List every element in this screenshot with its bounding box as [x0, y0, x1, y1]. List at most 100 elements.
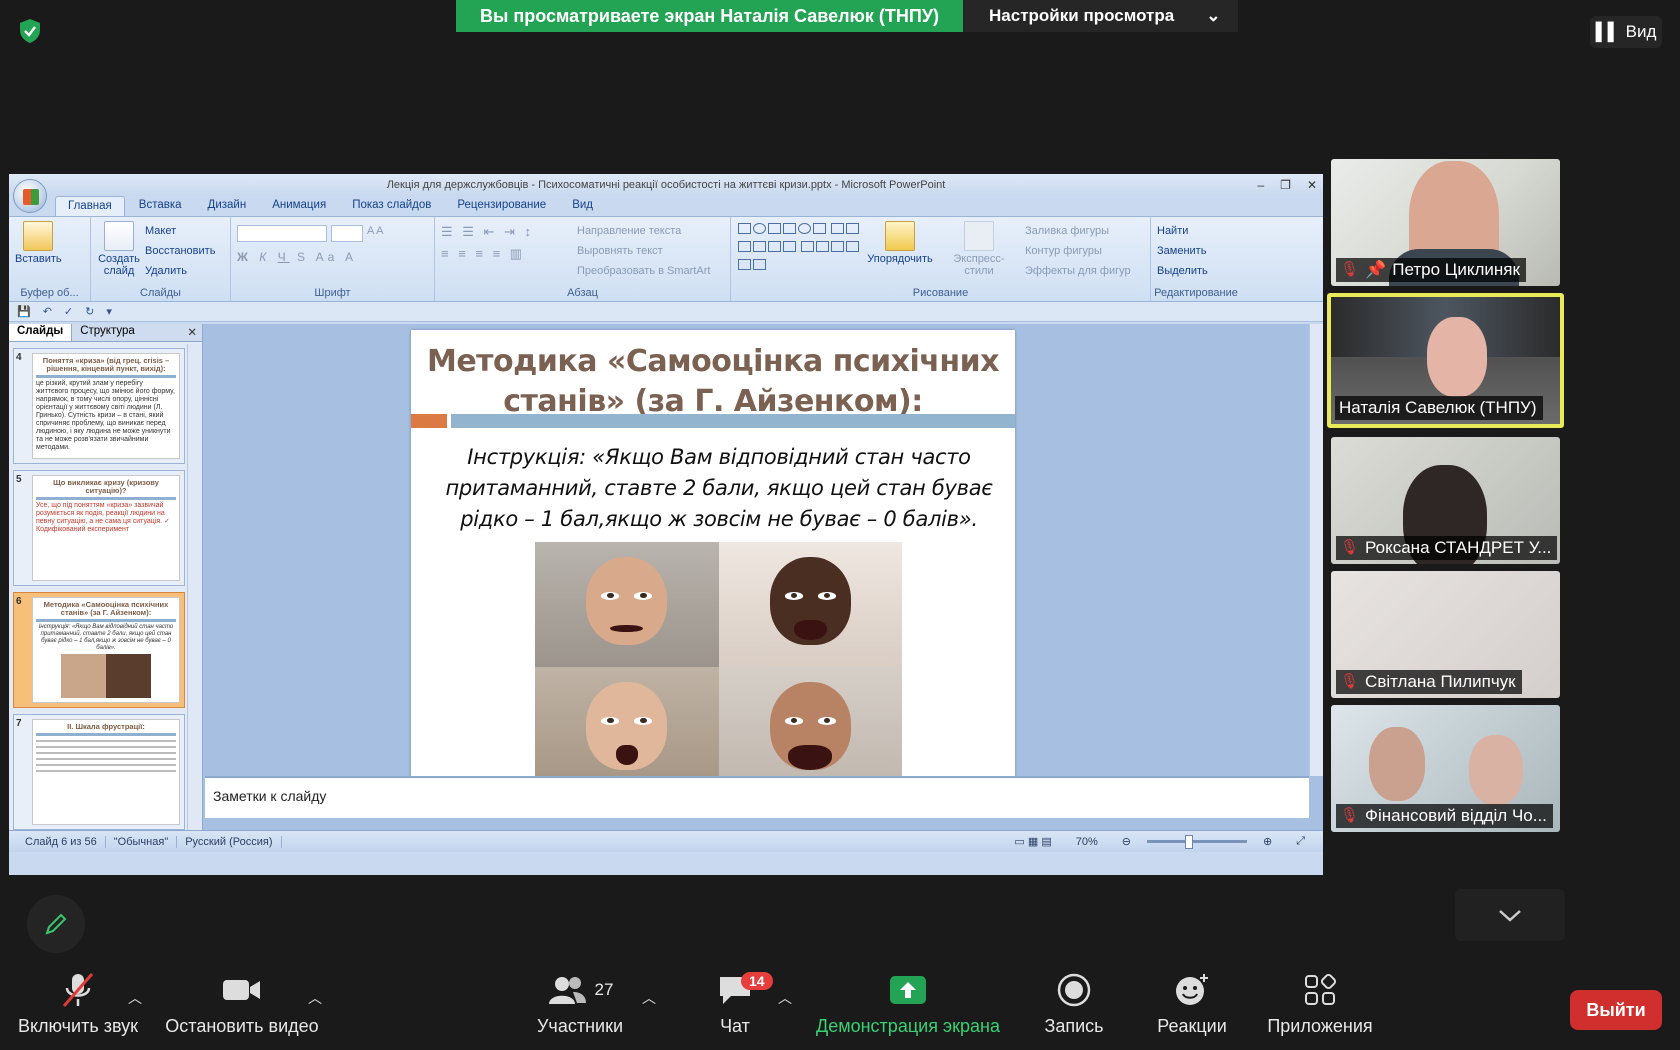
share-screen-label: Демонстрация экрана [816, 1016, 1000, 1036]
annotate-pencil-button[interactable] [27, 895, 85, 953]
reactions-label: Реакции [1157, 1016, 1227, 1036]
view-mode-icons[interactable]: ▭ ▦ ▤ [1006, 835, 1059, 848]
view-settings-button[interactable]: Настройки просмотра ⌄ [963, 0, 1239, 32]
participants-button[interactable]: 27 Участники [522, 970, 638, 1037]
participant-name-tag: 🎙 Фінансовий відділ Чо... [1336, 804, 1553, 828]
current-slide[interactable]: Методика «Самооцінка психічних станів» (… [411, 330, 1015, 780]
zoom-level: 70% [1075, 835, 1098, 848]
slide-counter: Слайд 6 из 56 [17, 835, 106, 848]
arrange-button[interactable]: Упорядочить [867, 221, 933, 297]
video-options-caret[interactable]: ︿ [308, 988, 322, 1008]
apps-label: Приложения [1267, 1016, 1373, 1036]
close-panel-icon[interactable]: ✕ [182, 324, 202, 341]
tab-slideshow[interactable]: Показ слайдов [340, 196, 443, 216]
unmute-button[interactable]: Включить звук [14, 970, 142, 1037]
save-icon[interactable]: 💾 [17, 305, 31, 318]
redo-icon[interactable]: ↻ [85, 305, 94, 318]
new-slide-button[interactable]: Создать слайд [97, 221, 141, 297]
font-name-select[interactable] [237, 225, 327, 242]
audio-options-caret[interactable]: ︿ [128, 988, 142, 1008]
more-participants-button[interactable] [1455, 889, 1565, 941]
shape-fill-button[interactable]: Заливка фигуры [1025, 221, 1131, 241]
office-logo-icon [23, 189, 39, 205]
shape-outline-button[interactable]: Контур фигуры [1025, 241, 1131, 261]
office-button[interactable] [13, 179, 47, 213]
text-direction-button[interactable]: Направление текста [577, 221, 710, 241]
customize-qat-icon[interactable]: ▾ [106, 305, 112, 318]
spelling-icon[interactable]: ✓ [64, 305, 73, 318]
smartart-button[interactable]: Преобразовать в SmartArt [577, 261, 710, 281]
face-photo [535, 667, 719, 780]
thumbnail-scrollbar[interactable] [187, 344, 201, 852]
shape-effects-button[interactable]: Эффекты для фигур [1025, 261, 1131, 281]
share-screen-button[interactable]: Демонстрация экрана [808, 970, 1008, 1037]
zoom-slider[interactable] [1146, 835, 1247, 849]
reset-button[interactable]: Восстановить [145, 241, 215, 261]
select-button[interactable]: Выделить [1157, 261, 1235, 281]
tab-design[interactable]: Дизайн [196, 196, 259, 216]
tab-outline[interactable]: Структура [72, 324, 143, 341]
find-button[interactable]: Найти [1157, 221, 1235, 241]
mic-muted-icon: 🎙 [1340, 539, 1360, 556]
tab-review[interactable]: Рецензирование [445, 196, 558, 216]
zoom-control[interactable]: ▭ ▦ ▤ 70% ⊖ ⊕ ⤢ [1006, 835, 1323, 849]
face-photo [718, 667, 902, 780]
zoom-out-icon[interactable]: ⊖ [1114, 835, 1139, 848]
ppt-window-title: Лекція для держслужбовців - Психосоматич… [386, 179, 946, 191]
slide-thumbnail[interactable]: 5 Що викликає кризу (кризову ситуацію)? У… [13, 470, 185, 586]
replace-button[interactable]: Заменить [1157, 241, 1235, 261]
font-format-buttons[interactable]: Ж К Ч S Aa A [237, 250, 428, 264]
participant-tile[interactable]: 🎙 Роксана СТАНДРЕТ У... [1331, 437, 1560, 564]
record-icon [1057, 973, 1091, 1007]
tab-view[interactable]: Вид [560, 196, 605, 216]
paste-button[interactable]: Вставить [15, 221, 62, 265]
participants-options-caret[interactable]: ︿ [642, 988, 656, 1008]
font-size-select[interactable] [331, 225, 363, 242]
security-shield-icon[interactable] [18, 18, 42, 44]
restore-icon[interactable]: ❐ [1280, 174, 1291, 196]
delete-slide-button[interactable]: Удалить [145, 261, 215, 281]
chat-options-caret[interactable]: ︿ [778, 988, 792, 1008]
apps-button[interactable]: Приложения [1262, 970, 1378, 1037]
participant-tile-active-speaker[interactable]: Наталія Савелюк (ТНПУ) [1327, 293, 1564, 428]
grow-font-icon[interactable]: A A [367, 225, 384, 242]
shapes-gallery[interactable] [737, 221, 861, 297]
tab-animation[interactable]: Анимация [260, 196, 338, 216]
drawing-group-label: Рисование [912, 287, 969, 299]
view-settings-label: Настройки просмотра [989, 6, 1175, 25]
leave-meeting-button[interactable]: Выйти [1570, 990, 1662, 1030]
participant-tile[interactable]: 🎙 📌 Петро Циклиняк [1331, 159, 1560, 286]
record-button[interactable]: Запись [1036, 970, 1112, 1037]
unmute-label: Включить звук [17, 1016, 139, 1036]
slide-notes-field[interactable]: Заметки к слайду [205, 776, 1309, 818]
minimize-icon[interactable]: – [1257, 174, 1264, 196]
mic-muted-icon: 🎙 [1340, 673, 1360, 690]
fit-window-icon[interactable]: ⤢ [1288, 835, 1313, 848]
view-button[interactable]: ▌▌ Вид [1590, 16, 1662, 48]
participant-tile[interactable]: 🎙 Світлана Пилипчук [1331, 571, 1560, 698]
paragraph-buttons[interactable]: ☰ ☰ ⇤ ⇥ ↕ ≡ ≡ ≡ ≡ ▥ [441, 221, 571, 297]
face-photo [718, 542, 902, 667]
shared-powerpoint-window: Лекція для держслужбовців - Психосоматич… [9, 174, 1323, 875]
thumb-text: Усе, що під поняттям «криза» зазвичай ро… [36, 502, 170, 533]
reactions-button[interactable]: Реакции [1152, 970, 1232, 1037]
align-text-button[interactable]: Выровнять текст [577, 241, 710, 261]
participant-tile[interactable]: 🎙 Фінансовий відділ Чо... [1331, 705, 1560, 832]
undo-icon[interactable]: ↶ [43, 305, 52, 318]
ppt-status-bar: Слайд 6 из 56 "Обычная" Русский (Россия)… [9, 830, 1323, 852]
tab-home[interactable]: Главная [55, 196, 125, 216]
close-icon[interactable]: ✕ [1307, 174, 1317, 196]
tab-insert[interactable]: Вставка [127, 196, 194, 216]
thumb-number: 6 [16, 596, 22, 607]
stop-video-button[interactable]: Остановить видео [162, 970, 322, 1037]
slide-thumbnail-selected[interactable]: 6 Методика «Самооцінка психічних станів»… [13, 592, 185, 708]
layout-button[interactable]: Макет [145, 221, 215, 241]
clipboard-group: Вставить Буфер об... [9, 217, 91, 301]
chevron-down-icon [1499, 910, 1521, 922]
slide-thumbnail[interactable]: 7 ІІ. Шкала фрустрації: [13, 714, 185, 830]
slide-thumbnail[interactable]: 4 Поняття «криза» (від грец. crisis – рі… [13, 348, 185, 464]
zoom-in-icon[interactable]: ⊕ [1255, 835, 1280, 848]
slide-scrollbar[interactable] [1309, 324, 1323, 776]
tab-slides[interactable]: Слайды [9, 324, 73, 341]
quick-styles-button[interactable]: Экспресс-стили [939, 221, 1019, 297]
